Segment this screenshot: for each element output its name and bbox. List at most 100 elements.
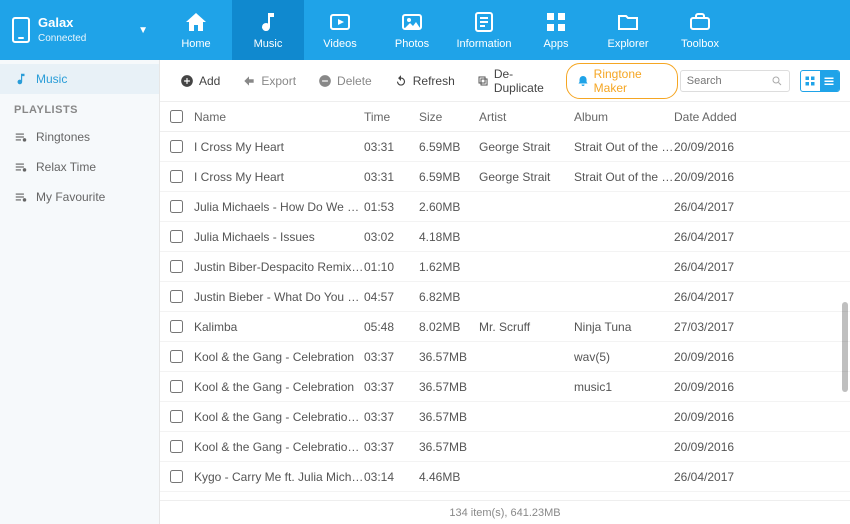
nav-toolbox[interactable]: Toolbox <box>664 0 736 60</box>
cell-size: 4.18MB <box>419 230 479 244</box>
nav-home[interactable]: Home <box>160 0 232 60</box>
row-checkbox[interactable] <box>170 380 183 393</box>
table-row[interactable]: I Cross My Heart03:316.59MBGeorge Strait… <box>160 132 850 162</box>
table-row[interactable]: Kool & the Gang - Celebration03:3736.57M… <box>160 342 850 372</box>
phone-icon <box>12 17 30 43</box>
cell-size: 6.82MB <box>419 290 479 304</box>
photos-icon <box>400 10 424 34</box>
cell-size: 6.59MB <box>419 170 479 184</box>
row-checkbox[interactable] <box>170 290 183 303</box>
ringtone-maker-button[interactable]: Ringtone Maker <box>566 63 678 99</box>
col-time[interactable]: Time <box>364 110 419 124</box>
row-checkbox-cell <box>170 380 194 393</box>
grid-view-button[interactable] <box>801 71 820 91</box>
list-view-button[interactable] <box>820 71 839 91</box>
table-row[interactable]: Kygo - Carry Me ft. Julia Michaels03:144… <box>160 462 850 492</box>
nav-label: Information <box>456 38 511 50</box>
grid-icon <box>804 75 816 87</box>
row-checkbox[interactable] <box>170 320 183 333</box>
cell-time: 03:31 <box>364 140 419 154</box>
row-checkbox[interactable] <box>170 200 183 213</box>
row-checkbox[interactable] <box>170 470 183 483</box>
col-album[interactable]: Album <box>574 110 674 124</box>
nav-music[interactable]: Music <box>232 0 304 60</box>
playlist-item[interactable]: My Favourite <box>0 182 159 212</box>
cell-name: Kool & the Gang - Celebration <box>194 350 364 364</box>
select-all-checkbox[interactable] <box>170 110 183 123</box>
row-checkbox[interactable] <box>170 350 183 363</box>
row-checkbox-cell <box>170 230 194 243</box>
nav-label: Music <box>254 38 283 50</box>
playlist-icon <box>14 190 28 204</box>
nav-apps[interactable]: Apps <box>520 0 592 60</box>
table-row[interactable]: Kool & the Gang - Celebration03:3736.57M… <box>160 372 850 402</box>
playlist-icon <box>14 130 28 144</box>
nav-videos[interactable]: Videos <box>304 0 376 60</box>
sidebar-section: PLAYLISTS <box>0 94 159 122</box>
top-nav: Home Music Videos Photos Information AppsExpl… <box>160 0 850 60</box>
playlist-item[interactable]: Relax Time <box>0 152 159 182</box>
col-artist[interactable]: Artist <box>479 110 574 124</box>
scrollbar[interactable] <box>842 302 848 392</box>
playlist-label: My Favourite <box>36 190 105 204</box>
main-body: Music PLAYLISTS RingtonesRelax Time My Fa… <box>0 60 850 524</box>
cell-name: Julia Michaels - How Do We Get Ba... <box>194 200 364 214</box>
music-note-icon <box>14 72 28 86</box>
row-checkbox[interactable] <box>170 170 183 183</box>
nav-info[interactable]: Information <box>448 0 520 60</box>
nav-photos[interactable]: Photos <box>376 0 448 60</box>
table-row[interactable]: Justin Bieber - What Do You Mean04:576.8… <box>160 282 850 312</box>
cell-name: Julia Michaels - Issues <box>194 230 364 244</box>
row-checkbox[interactable] <box>170 440 183 453</box>
col-name[interactable]: Name <box>194 110 364 124</box>
delete-button[interactable]: Delete <box>308 70 382 92</box>
cell-artist: George Strait <box>479 170 574 184</box>
table-row[interactable]: Kool & the Gang - Celebration(2)03:3736.… <box>160 432 850 462</box>
export-label: Export <box>261 74 296 88</box>
cell-artist: Mr. Scruff <box>479 320 574 334</box>
nav-explorer[interactable]: Explorer <box>592 0 664 60</box>
playlist-item[interactable]: Ringtones <box>0 122 159 152</box>
cell-album: Strait Out of the B... <box>574 140 674 154</box>
row-checkbox[interactable] <box>170 260 183 273</box>
export-button[interactable]: Export <box>232 70 306 92</box>
refresh-button[interactable]: Refresh <box>384 70 465 92</box>
cell-name: Justin Bieber - What Do You Mean <box>194 290 364 304</box>
ringtone-icon <box>577 74 589 88</box>
ringtone-label: Ringtone Maker <box>594 67 667 95</box>
search-input[interactable] <box>687 75 767 87</box>
row-checkbox[interactable] <box>170 230 183 243</box>
add-button[interactable]: Add <box>170 70 230 92</box>
deduplicate-label: De-Duplicate <box>494 67 554 95</box>
cell-time: 04:57 <box>364 290 419 304</box>
cell-name: I Cross My Heart <box>194 140 364 154</box>
row-checkbox[interactable] <box>170 410 183 423</box>
search-box[interactable] <box>680 70 790 92</box>
cell-date: 20/09/2016 <box>674 380 764 394</box>
row-checkbox[interactable] <box>170 140 183 153</box>
row-checkbox-cell <box>170 470 194 483</box>
cell-date: 27/03/2017 <box>674 320 764 334</box>
deduplicate-button[interactable]: De-Duplicate <box>467 63 564 99</box>
device-selector[interactable]: Galax Connected ▼ <box>0 0 160 60</box>
cell-size: 2.60MB <box>419 200 479 214</box>
nav-label: Videos <box>323 38 356 50</box>
sidebar-music[interactable]: Music <box>0 64 159 94</box>
cell-date: 20/09/2016 <box>674 410 764 424</box>
table-row[interactable]: Julia Michaels - Issues03:024.18MB26/04/… <box>160 222 850 252</box>
table-row[interactable]: Kalimba05:488.02MBMr. ScruffNinja Tuna27… <box>160 312 850 342</box>
export-icon <box>242 74 256 88</box>
list-icon <box>823 75 835 87</box>
table-row[interactable]: Justin Biber-Despacito Remix Luis F...01… <box>160 252 850 282</box>
cell-date: 26/04/2017 <box>674 470 764 484</box>
cell-name: Kool & the Gang - Celebration(2) <box>194 440 364 454</box>
cell-album: wav(5) <box>574 350 674 364</box>
col-size[interactable]: Size <box>419 110 479 124</box>
table-row[interactable]: Kool & the Gang - Celebration(1)03:3736.… <box>160 402 850 432</box>
col-date[interactable]: Date Added <box>674 110 764 124</box>
table-row[interactable]: I Cross My Heart03:316.59MBGeorge Strait… <box>160 162 850 192</box>
table-row[interactable]: Julia Michaels - How Do We Get Ba...01:5… <box>160 192 850 222</box>
cell-artist: George Strait <box>479 140 574 154</box>
delete-icon <box>318 74 332 88</box>
playlist-icon <box>14 160 28 174</box>
